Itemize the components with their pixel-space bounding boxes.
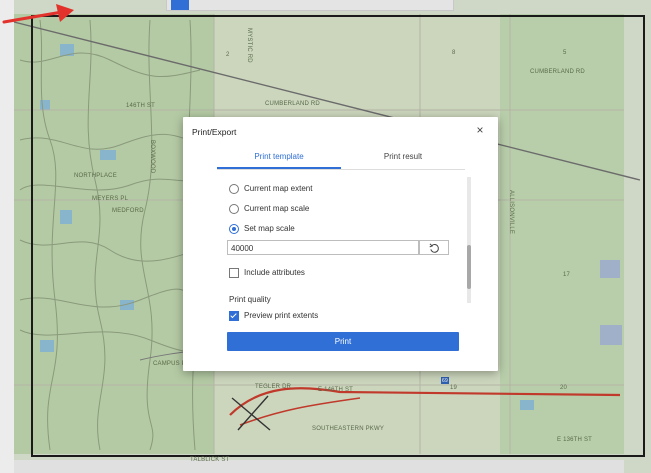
scrollbar-thumb[interactable] <box>467 245 471 289</box>
radio-label: Current map extent <box>244 184 313 193</box>
map-section-number: 20 <box>560 385 568 391</box>
reset-scale-button[interactable] <box>419 240 449 255</box>
map-section-number: 17 <box>563 272 571 278</box>
checkbox-checked[interactable] <box>229 311 239 321</box>
tab-print-result[interactable]: Print result <box>341 145 465 169</box>
reset-icon <box>429 243 439 253</box>
map-section-number: 2 <box>226 52 230 58</box>
map-road-label: 146TH ST <box>126 103 155 109</box>
checkbox-label: Include attributes <box>244 268 305 277</box>
checkbox-label: Preview print extents <box>244 311 319 320</box>
map-road-label: NORTHPLACE <box>74 173 117 179</box>
radio-label: Current map scale <box>244 204 310 213</box>
map-road-label: MEYERS PL <box>92 196 129 202</box>
map-road-label: E 146TH ST <box>318 387 354 393</box>
interstate-shield: 69 <box>442 378 448 384</box>
print-quality-label: Print quality <box>229 295 271 304</box>
drawing-toolbar[interactable] <box>166 0 454 11</box>
print-export-dialog: Print/Export × Print template Print resu… <box>183 117 498 371</box>
print-template-panel: Current map extent Current map scale Set… <box>217 170 465 362</box>
radio-label: Set map scale <box>244 224 295 233</box>
map-section-number: 19 <box>450 385 458 391</box>
print-button[interactable]: Print <box>227 332 459 351</box>
map-section-number: 5 <box>563 50 567 56</box>
map-scale-input[interactable]: 40000 <box>227 240 419 255</box>
dialog-tabs: Print template Print result <box>217 145 465 170</box>
radio-button-selected[interactable] <box>229 224 239 234</box>
map-section-number: 8 <box>452 50 456 56</box>
map-road-label: BOXWOOD <box>149 140 155 174</box>
map-road-label: SOUTHEASTERN PKWY <box>312 426 385 432</box>
select-tool-button[interactable] <box>171 0 189 10</box>
tab-print-template[interactable]: Print template <box>217 145 341 169</box>
panel-scrollbar[interactable] <box>467 177 471 303</box>
checkbox[interactable] <box>229 268 239 278</box>
map-road-label: CUMBERLAND RD <box>265 101 320 107</box>
map-road-label: E 136TH ST <box>557 437 593 443</box>
close-icon[interactable]: × <box>473 123 487 137</box>
map-road-label: TEGLER DR <box>255 384 292 390</box>
red-arrow-icon <box>2 4 74 24</box>
map-road-label: MYSTIC RD <box>246 28 252 63</box>
radio-button[interactable] <box>229 184 239 194</box>
map-road-label: MEDFORD <box>112 208 144 214</box>
radio-button[interactable] <box>229 204 239 214</box>
map-road-label: TALBLICK ST <box>190 457 230 463</box>
dialog-title: Print/Export <box>192 127 237 137</box>
map-road-label: ALLISONVILLE <box>508 190 514 235</box>
map-road-label: CUMBERLAND RD <box>530 69 585 75</box>
